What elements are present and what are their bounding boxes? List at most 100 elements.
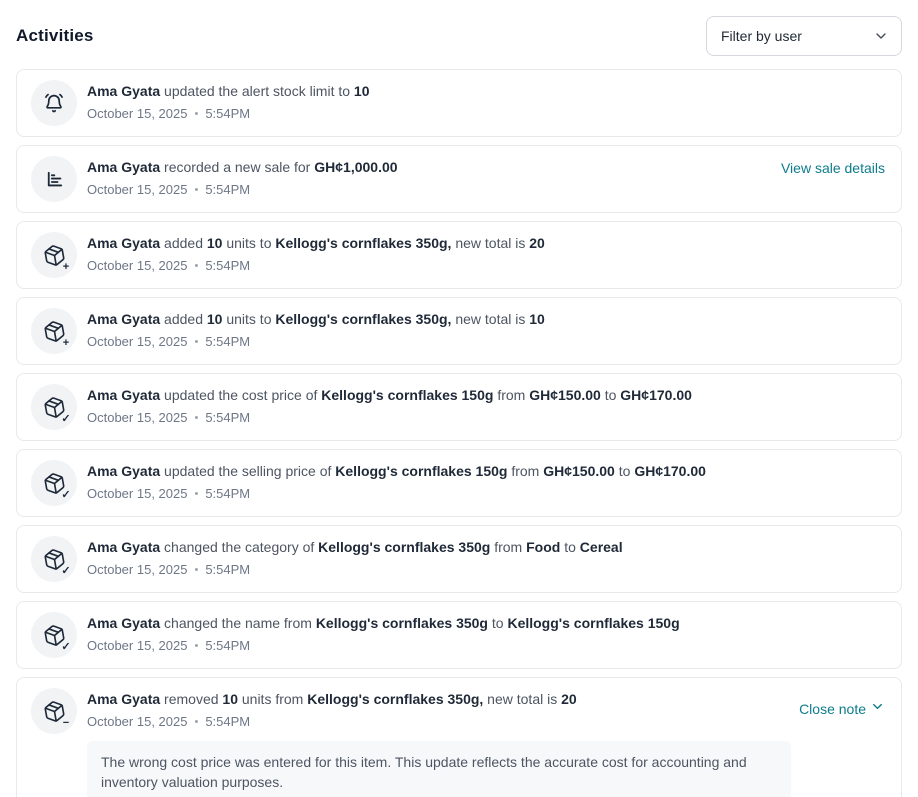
activity-date: October 15, 2025	[87, 485, 187, 503]
activity-text-segment: Kellogg's cornflakes 150g	[507, 615, 679, 631]
activity-text-segment: GH¢150.00	[529, 387, 601, 403]
activity-text-segment: from	[507, 463, 543, 479]
activity-text: Ama Gyata changed the name from Kellogg'…	[87, 613, 885, 633]
view-sale-details-link[interactable]: View sale details	[781, 158, 885, 178]
activity-text-segment: recorded a new sale for	[160, 159, 314, 175]
activity-text-segment: from	[490, 539, 526, 555]
activity-time: 5:54PM	[205, 637, 250, 655]
activity-text-segment: 10	[222, 691, 238, 707]
activity-content: Ama Gyata updated the alert stock limit …	[87, 80, 885, 123]
activity-text-segment: units from	[238, 691, 307, 707]
activity-date: October 15, 2025	[87, 257, 187, 275]
activity-text: Ama Gyata updated the selling price of K…	[87, 461, 885, 481]
plus-badge-icon: +	[60, 337, 72, 349]
activity-content: Ama Gyata added 10 units to Kellogg's co…	[87, 308, 885, 351]
activity-timestamp: October 15, 2025 • 5:54PM	[87, 637, 885, 655]
activity-card: ✓ Ama Gyata updated the selling price of…	[16, 449, 902, 517]
activity-text-segment: Cereal	[580, 539, 623, 555]
activity-text-segment: 10	[207, 311, 223, 327]
activity-text-segment: to	[601, 387, 620, 403]
activity-text-segment: Kellogg's cornflakes 350g,	[307, 691, 483, 707]
activity-date: October 15, 2025	[87, 105, 187, 123]
activity-text-segment: added	[160, 311, 207, 327]
activity-content: Ama Gyata added 10 units to Kellogg's co…	[87, 232, 885, 275]
activity-content: Ama Gyata updated the selling price of K…	[87, 460, 885, 503]
package-check-icon: ✓	[31, 536, 77, 582]
activity-date: October 15, 2025	[87, 409, 187, 427]
check-badge-icon: ✓	[60, 413, 72, 425]
activity-date: October 15, 2025	[87, 637, 187, 655]
activity-timestamp: October 15, 2025 • 5:54PM	[87, 105, 885, 123]
activity-text: Ama Gyata removed 10 units from Kellogg'…	[87, 689, 791, 709]
package-check-icon: ✓	[31, 612, 77, 658]
activity-text-segment: Food	[526, 539, 560, 555]
activity-text-segment: GH¢170.00	[634, 463, 706, 479]
activity-content: Ama Gyata changed the category of Kellog…	[87, 536, 885, 579]
package-minus-icon: −	[31, 688, 77, 734]
activity-content: Ama Gyata changed the name from Kellogg'…	[87, 612, 885, 655]
package-check-icon: ✓	[31, 460, 77, 506]
activity-text-segment: to	[488, 615, 507, 631]
activity-text-segment: added	[160, 235, 207, 251]
timestamp-separator: •	[194, 181, 198, 199]
activity-text-segment: removed	[160, 691, 222, 707]
activity-text-segment: to	[615, 463, 634, 479]
activity-card: Ama Gyata recorded a new sale for GH¢1,0…	[16, 145, 902, 213]
activity-card: ✓ Ama Gyata updated the cost price of Ke…	[16, 373, 902, 441]
chevron-down-icon	[870, 699, 885, 719]
activity-time: 5:54PM	[205, 561, 250, 579]
activity-text-segment: changed the category of	[160, 539, 318, 555]
close-note-link[interactable]: Close note	[799, 699, 885, 719]
activity-text-segment: units to	[222, 311, 275, 327]
timestamp-separator: •	[194, 561, 198, 579]
activity-text-segment: GH¢1,000.00	[314, 159, 397, 175]
activity-text-segment: Kellogg's cornflakes 150g	[335, 463, 507, 479]
activity-time: 5:54PM	[205, 713, 250, 731]
activity-text-segment: Kellogg's cornflakes 350g	[316, 615, 488, 631]
activity-date: October 15, 2025	[87, 713, 187, 731]
activity-text-segment: Ama Gyata	[87, 159, 160, 175]
activity-text: Ama Gyata recorded a new sale for GH¢1,0…	[87, 157, 773, 177]
timestamp-separator: •	[194, 485, 198, 503]
check-badge-icon: ✓	[60, 565, 72, 577]
activity-text-segment: changed the name from	[160, 615, 316, 631]
timestamp-separator: •	[194, 637, 198, 655]
activity-text-segment: Ama Gyata	[87, 463, 160, 479]
activity-text-segment: Ama Gyata	[87, 311, 160, 327]
activity-time: 5:54PM	[205, 105, 250, 123]
chevron-down-icon	[873, 28, 889, 44]
check-badge-icon: ✓	[60, 641, 72, 653]
activity-content: Ama Gyata removed 10 units from Kellogg'…	[87, 688, 791, 797]
activity-date: October 15, 2025	[87, 181, 187, 199]
activity-card: − Ama Gyata removed 10 units from Kellog…	[16, 677, 902, 797]
filter-by-user-dropdown[interactable]: Filter by user	[706, 16, 902, 56]
activities-page: Activities Filter by user Ama Gyata upda…	[0, 0, 918, 797]
activity-timestamp: October 15, 2025 • 5:54PM	[87, 181, 773, 199]
filter-by-user-label: Filter by user	[721, 28, 802, 44]
activity-timestamp: October 15, 2025 • 5:54PM	[87, 257, 885, 275]
page-title: Activities	[16, 26, 94, 46]
minus-badge-icon: −	[60, 717, 72, 729]
activity-text-segment: updated the alert stock limit to	[160, 83, 354, 99]
timestamp-separator: •	[194, 105, 198, 123]
activity-text: Ama Gyata updated the alert stock limit …	[87, 81, 885, 101]
activity-timestamp: October 15, 2025 • 5:54PM	[87, 713, 791, 731]
activity-text-segment: Ama Gyata	[87, 691, 160, 707]
activity-text-segment: to	[560, 539, 579, 555]
activity-time: 5:54PM	[205, 485, 250, 503]
activity-list: Ama Gyata updated the alert stock limit …	[16, 69, 902, 797]
activity-text-segment: updated the cost price of	[160, 387, 321, 403]
activity-text-segment: Ama Gyata	[87, 387, 160, 403]
timestamp-separator: •	[194, 257, 198, 275]
activity-text-segment: Ama Gyata	[87, 235, 160, 251]
activity-text-segment: 10	[354, 83, 370, 99]
activity-text-segment: Kellogg's cornflakes 350g	[318, 539, 490, 555]
activity-card: ✓ Ama Gyata changed the category of Kell…	[16, 525, 902, 593]
page-header: Activities Filter by user	[16, 16, 902, 56]
activity-text-segment: units to	[222, 235, 275, 251]
activity-time: 5:54PM	[205, 333, 250, 351]
activity-text-segment: updated the selling price of	[160, 463, 335, 479]
activity-content: Ama Gyata updated the cost price of Kell…	[87, 384, 885, 427]
activity-date: October 15, 2025	[87, 561, 187, 579]
timestamp-separator: •	[194, 409, 198, 427]
